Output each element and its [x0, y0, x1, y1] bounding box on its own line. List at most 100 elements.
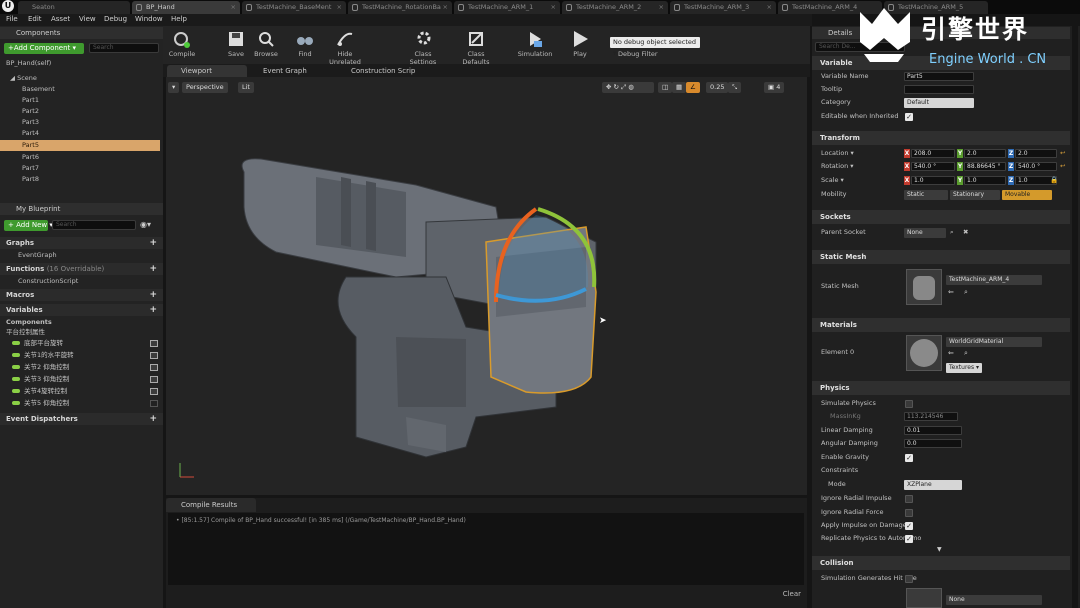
tree-item-part4[interactable]: Part4 [0, 128, 160, 139]
blueprint-search-input[interactable]: Search [52, 220, 136, 230]
menu-file[interactable]: File [6, 15, 18, 23]
mobility-movable-button[interactable]: Movable [1002, 190, 1052, 200]
results-log[interactable]: • [85:1.57] Compile of BP_Hand successfu… [168, 513, 804, 585]
macros-section[interactable]: Macros + [0, 289, 163, 301]
variables-section[interactable]: Variables + [0, 304, 163, 316]
ignore-impulse-checkbox[interactable] [905, 495, 913, 503]
clear-icon[interactable]: ✖ [963, 226, 968, 239]
tree-item-part3[interactable]: Part3 [0, 117, 160, 128]
location-z-input[interactable]: 2.0 [1015, 149, 1057, 158]
save-button[interactable]: Save [219, 28, 253, 62]
add-dispatcher-icon[interactable]: + [149, 413, 157, 425]
class-settings-button[interactable]: Class Settings [401, 28, 445, 66]
transform-section[interactable]: Transform [812, 131, 1070, 145]
rotation-y-input[interactable]: 88.86645 ° [964, 162, 1006, 171]
menu-debug[interactable]: Debug [104, 15, 127, 23]
close-icon[interactable]: × [337, 1, 342, 14]
sockets-section[interactable]: Sockets [812, 210, 1070, 224]
category-select[interactable]: Default [904, 98, 974, 108]
variable-item[interactable]: 关节4旋转控制 [12, 386, 162, 397]
tree-item-part8[interactable]: Part8 [0, 174, 160, 185]
variable-item[interactable]: 关节5 仰角控制 [12, 398, 162, 409]
tab-bp-hand[interactable]: BP_Hand × [132, 1, 240, 14]
tree-item-self[interactable]: BP_Hand(self) [0, 58, 160, 69]
var-group[interactable]: 平台控制属性 [0, 327, 160, 338]
browse-icon[interactable]: ⌕ [964, 349, 968, 358]
functions-section[interactable]: Functions (16 Overridable) + [0, 263, 163, 275]
static-mesh-thumbnail[interactable] [906, 269, 942, 305]
tab-arm-2[interactable]: TestMachine_ARM_2 × [562, 1, 668, 14]
variable-item[interactable]: 底部平台旋转 [12, 338, 162, 349]
close-icon[interactable]: × [659, 1, 664, 14]
scale-y-input[interactable]: 1.0 [964, 176, 1006, 185]
mass-input[interactable]: 113.214546 [904, 412, 958, 421]
find-button[interactable]: Find [288, 28, 322, 62]
tab-event-graph[interactable]: Event Graph [249, 65, 345, 77]
close-icon[interactable]: × [231, 1, 236, 14]
event-dispatchers-section[interactable]: Event Dispatchers + [0, 413, 163, 425]
tab-arm-3[interactable]: TestMachine_ARM_3 × [670, 1, 776, 14]
variable-item[interactable]: 关节2 仰角控制 [12, 362, 162, 373]
mobility-stationary-button[interactable]: Stationary [950, 190, 1000, 200]
variable-name-input[interactable]: Part5 [904, 72, 974, 81]
close-icon[interactable]: × [443, 1, 448, 14]
compile-button[interactable]: Compile [165, 28, 199, 62]
menu-help[interactable]: Help [171, 15, 187, 23]
robot-arm-mesh[interactable] [166, 77, 807, 495]
row-label[interactable]: Scale ▾ [821, 174, 844, 187]
static-mesh-section[interactable]: Static Mesh [812, 250, 1070, 264]
ignore-force-checkbox[interactable] [905, 509, 913, 517]
angular-damping-input[interactable]: 0.0 [904, 439, 962, 448]
browse-icon[interactable]: ⌕ [964, 288, 968, 297]
tree-item-part1[interactable]: Part1 [0, 95, 160, 106]
scale-x-input[interactable]: 1.0 [911, 176, 955, 185]
eye-icon[interactable]: ◉▾ [140, 220, 151, 229]
details-scrollbar[interactable] [1072, 26, 1078, 608]
tooltip-input[interactable] [904, 85, 974, 94]
eye-icon[interactable] [150, 388, 158, 395]
rotation-z-input[interactable]: 540.0 ° [1015, 162, 1057, 171]
material-thumbnail[interactable] [906, 335, 942, 371]
debug-object-select[interactable]: No debug object selected ▾ [610, 37, 700, 57]
eye-icon[interactable] [150, 352, 158, 359]
viewport[interactable]: ▾ Perspective Lit ✥ ↻ ⤢ ◍ ◫ ▦ ∠ 0.25 ⤡ ▣… [166, 77, 807, 495]
collision-section[interactable]: Collision [812, 556, 1070, 570]
physics-section[interactable]: Physics [812, 381, 1070, 395]
advanced-expand-icon[interactable]: ▼ [937, 546, 942, 553]
simulate-physics-checkbox[interactable] [905, 400, 913, 408]
phys-material-thumbnail[interactable] [906, 588, 942, 608]
add-new-button[interactable]: + Add New ▾ [4, 220, 53, 231]
location-x-input[interactable]: 208.0 [911, 149, 955, 158]
eye-icon[interactable] [150, 340, 158, 347]
class-defaults-button[interactable]: Class Defaults [453, 28, 499, 66]
reset-icon[interactable]: ↩ [1060, 160, 1065, 173]
tree-item-part6[interactable]: Part6 [0, 152, 160, 163]
row-label[interactable]: Rotation ▾ [821, 160, 854, 173]
tab-viewport[interactable]: Viewport [167, 65, 247, 77]
reset-icon[interactable]: ↩ [1060, 147, 1065, 160]
use-selected-icon[interactable]: ⇐ [948, 349, 954, 357]
close-icon[interactable]: × [767, 1, 772, 14]
sim-gen-hit-checkbox[interactable] [905, 575, 913, 583]
tree-item-basement[interactable]: Basement [0, 84, 160, 95]
lock-icon[interactable]: 🔒 [1050, 174, 1058, 187]
eye-icon[interactable] [150, 376, 158, 383]
location-y-input[interactable]: 2.0 [964, 149, 1006, 158]
add-component-button[interactable]: +Add Component ▾ [4, 43, 84, 54]
close-icon[interactable]: × [551, 1, 556, 14]
tree-item-part7[interactable]: Part7 [0, 163, 160, 174]
add-variable-icon[interactable]: + [149, 304, 157, 316]
add-function-icon[interactable]: + [149, 263, 157, 275]
clear-button[interactable]: Clear [783, 590, 801, 598]
rotation-x-input[interactable]: 540.0 ° [911, 162, 955, 171]
construction-script-item[interactable]: ConstructionScript [0, 276, 160, 287]
parent-socket-field[interactable]: None [904, 228, 946, 238]
simulation-button[interactable]: Simulation [515, 28, 555, 62]
row-label[interactable]: Location ▾ [821, 147, 854, 160]
mobility-static-button[interactable]: Static [904, 190, 948, 200]
variable-item[interactable]: 关节3 仰角控制 [12, 374, 162, 385]
play-button[interactable]: Play [563, 28, 597, 62]
hide-unrelated-button[interactable]: Hide Unrelated [323, 28, 367, 66]
apply-impulse-checkbox[interactable]: ✓ [905, 522, 913, 530]
eye-icon[interactable] [150, 400, 158, 407]
